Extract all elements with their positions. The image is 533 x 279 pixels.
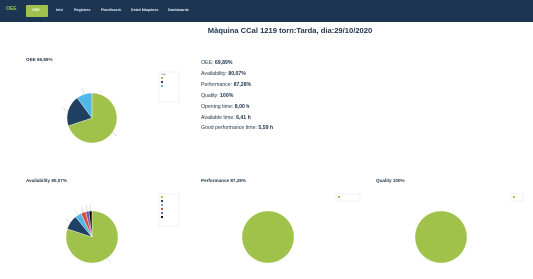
chart2-slice-0	[241, 210, 295, 264]
chart1-legend-swatch-4	[161, 212, 163, 214]
chart0-legend-title: OEE	[161, 74, 166, 76]
chart3-slice-0	[414, 210, 468, 264]
chart0-leader-2	[82, 88, 85, 95]
chart1-leader-2	[74, 209, 79, 216]
chart0-leader-1	[62, 108, 69, 111]
chart1-legend-swatch-5	[161, 216, 163, 218]
chart1-legend-swatch-0	[161, 196, 163, 198]
chart3-legend	[510, 193, 524, 202]
chart1-legend-swatch-2	[161, 204, 163, 206]
chart0-legend-swatch-1	[161, 81, 163, 83]
chart0-legend-swatch-0	[161, 77, 163, 79]
chart2-legend-swatch-0	[338, 196, 340, 198]
chart1-leader-1	[65, 218, 71, 223]
chart1-legend-swatch-3	[161, 208, 163, 210]
chart0-legend-swatch-2	[161, 85, 163, 87]
chart1-leader-3	[81, 206, 84, 213]
chart1-legend-swatch-1	[161, 200, 163, 202]
chart1-leader-0	[107, 257, 111, 264]
charts-canvas: OEE	[62, 71, 524, 264]
chart0-leader-0	[112, 132, 118, 137]
chart1-leader-4	[86, 205, 88, 212]
chart3-legend-swatch-0	[513, 196, 515, 198]
